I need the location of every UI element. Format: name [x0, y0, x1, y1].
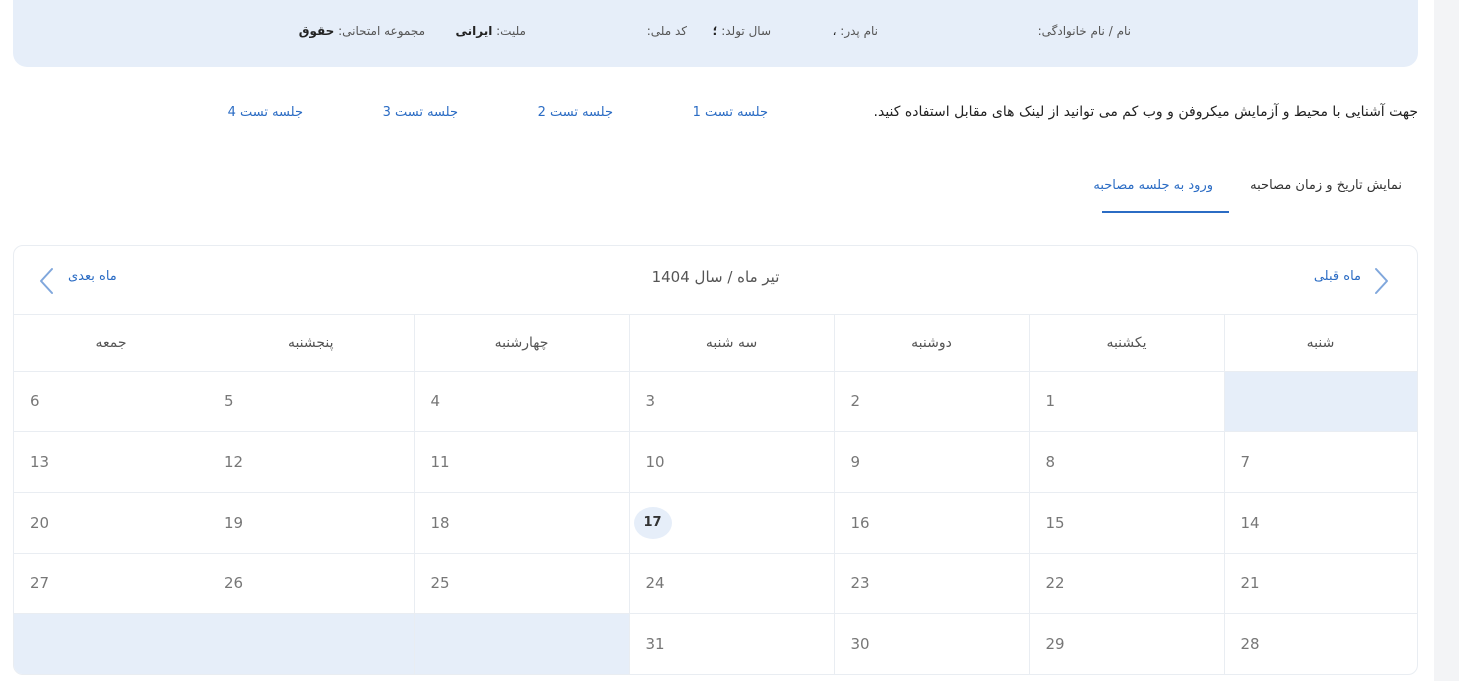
calendar-week-row: 6 5 4 3 2 1	[14, 371, 1417, 433]
calendar-day-today[interactable]: 17	[629, 492, 835, 554]
next-month-button[interactable]: ماه بعدی	[68, 269, 117, 284]
calendar-day[interactable]: 27	[14, 553, 208, 615]
calendar-day[interactable]: 20	[14, 492, 208, 554]
calendar-day[interactable]: 2	[834, 371, 1030, 433]
candidate-info-bar: نام / نام خانوادگی: نام پدر: ، سال تولد:…	[13, 0, 1418, 67]
test-session-link-1[interactable]: جلسه تست 1	[693, 105, 768, 120]
father-name-value: ،	[832, 24, 837, 38]
calendar-day-empty	[208, 613, 415, 674]
calendar-day[interactable]: 22	[1029, 553, 1225, 615]
calendar-day[interactable]: 10	[629, 431, 835, 493]
nationality-label: ملیت:	[496, 24, 526, 38]
calendar-week-row: 27 26 25 24 23 22 21	[14, 553, 1417, 615]
test-session-link-3[interactable]: جلسه تست 3	[383, 105, 458, 120]
name-field: نام / نام خانوادگی:	[1038, 24, 1131, 38]
calendar-day[interactable]: 25	[414, 553, 630, 615]
calendar-day[interactable]: 14	[1224, 492, 1417, 554]
exam-group-value: حقوق	[298, 24, 335, 38]
weekday-header: یکشنبه	[1029, 315, 1225, 372]
calendar-day[interactable]: 18	[414, 492, 630, 554]
calendar-grid: جمعه پنجشنبه چهارشنبه سه شنبه دوشنبه یکش…	[14, 315, 1417, 674]
page-scrollbar-track[interactable]	[1434, 0, 1459, 681]
calendar-day[interactable]: 28	[1224, 613, 1417, 674]
calendar-day[interactable]: 13	[14, 431, 208, 493]
birth-year-value: ؛	[712, 24, 718, 38]
nationality-value: ایرانی	[455, 24, 493, 38]
tab-enter-interview-session[interactable]: ورود به جلسه مصاحبه	[1093, 178, 1213, 193]
birth-year-label: سال تولد:	[721, 24, 771, 38]
calendar-day[interactable]: 8	[1029, 431, 1225, 493]
calendar-week-row: 31 30 29 28	[14, 613, 1417, 674]
calendar-day[interactable]: 19	[208, 492, 415, 554]
national-code-label: کد ملی:	[646, 24, 687, 38]
calendar-day[interactable]: 6	[14, 371, 208, 433]
calendar-day[interactable]: 4	[414, 371, 630, 433]
test-session-link-4[interactable]: جلسه تست 4	[228, 105, 303, 120]
calendar-day[interactable]: 26	[208, 553, 415, 615]
weekday-header: جمعه	[14, 315, 208, 372]
father-name-label: نام پدر:	[840, 24, 878, 38]
calendar: تیر ماه / سال 1404 ماه قبلی ماه بعدی جمع…	[13, 245, 1418, 675]
father-name-field: نام پدر: ،	[833, 24, 878, 38]
today-marker: 17	[633, 506, 672, 539]
calendar-day[interactable]: 15	[1029, 492, 1225, 554]
weekday-header: سه شنبه	[629, 315, 835, 372]
active-tab-indicator	[1102, 211, 1229, 213]
national-code-field: کد ملی:	[647, 24, 687, 38]
calendar-day[interactable]: 29	[1029, 613, 1225, 674]
weekday-header: دوشنبه	[834, 315, 1030, 372]
calendar-day-empty	[1224, 371, 1417, 433]
calendar-day-empty	[414, 613, 630, 674]
calendar-day[interactable]: 1	[1029, 371, 1225, 433]
calendar-day[interactable]: 3	[629, 371, 835, 433]
chevron-left-icon[interactable]	[33, 264, 61, 298]
tab-show-interview-dates[interactable]: نمایش تاریخ و زمان مصاحبه	[1250, 178, 1402, 193]
weekday-header: شنبه	[1224, 315, 1417, 372]
calendar-day[interactable]: 16	[834, 492, 1030, 554]
exam-group-field: مجموعه امتحانی: حقوق	[299, 24, 425, 38]
calendar-day[interactable]: 5	[208, 371, 415, 433]
calendar-month-title: تیر ماه / سال 1404	[651, 268, 780, 286]
calendar-week-row: 20 19 18 17 16 15 14	[14, 492, 1417, 554]
weekday-header-row: جمعه پنجشنبه چهارشنبه سه شنبه دوشنبه یکش…	[14, 315, 1417, 372]
calendar-day[interactable]: 9	[834, 431, 1030, 493]
calendar-day[interactable]: 7	[1224, 431, 1417, 493]
calendar-day[interactable]: 21	[1224, 553, 1417, 615]
calendar-day[interactable]: 30	[834, 613, 1030, 674]
calendar-header: تیر ماه / سال 1404 ماه قبلی ماه بعدی	[14, 246, 1417, 315]
calendar-day[interactable]: 12	[208, 431, 415, 493]
previous-month-button[interactable]: ماه قبلی	[1314, 269, 1361, 284]
birth-year-field: سال تولد: ؛	[713, 24, 771, 38]
test-intro-text: جهت آشنایی با محیط و آزمایش میکروفن و وب…	[873, 104, 1418, 120]
nationality-field: ملیت: ایرانی	[455, 24, 526, 38]
calendar-day[interactable]: 11	[414, 431, 630, 493]
test-session-link-2[interactable]: جلسه تست 2	[538, 105, 613, 120]
calendar-day[interactable]: 31	[629, 613, 835, 674]
calendar-day-empty	[14, 613, 208, 674]
weekday-header: پنجشنبه	[208, 315, 415, 372]
exam-group-label: مجموعه امتحانی:	[338, 24, 425, 38]
calendar-day[interactable]: 24	[629, 553, 835, 615]
calendar-day[interactable]: 23	[834, 553, 1030, 615]
chevron-right-icon[interactable]	[1367, 264, 1395, 298]
name-label: نام / نام خانوادگی:	[1037, 24, 1131, 38]
weekday-header: چهارشنبه	[414, 315, 630, 372]
calendar-week-row: 13 12 11 10 9 8 7	[14, 431, 1417, 493]
